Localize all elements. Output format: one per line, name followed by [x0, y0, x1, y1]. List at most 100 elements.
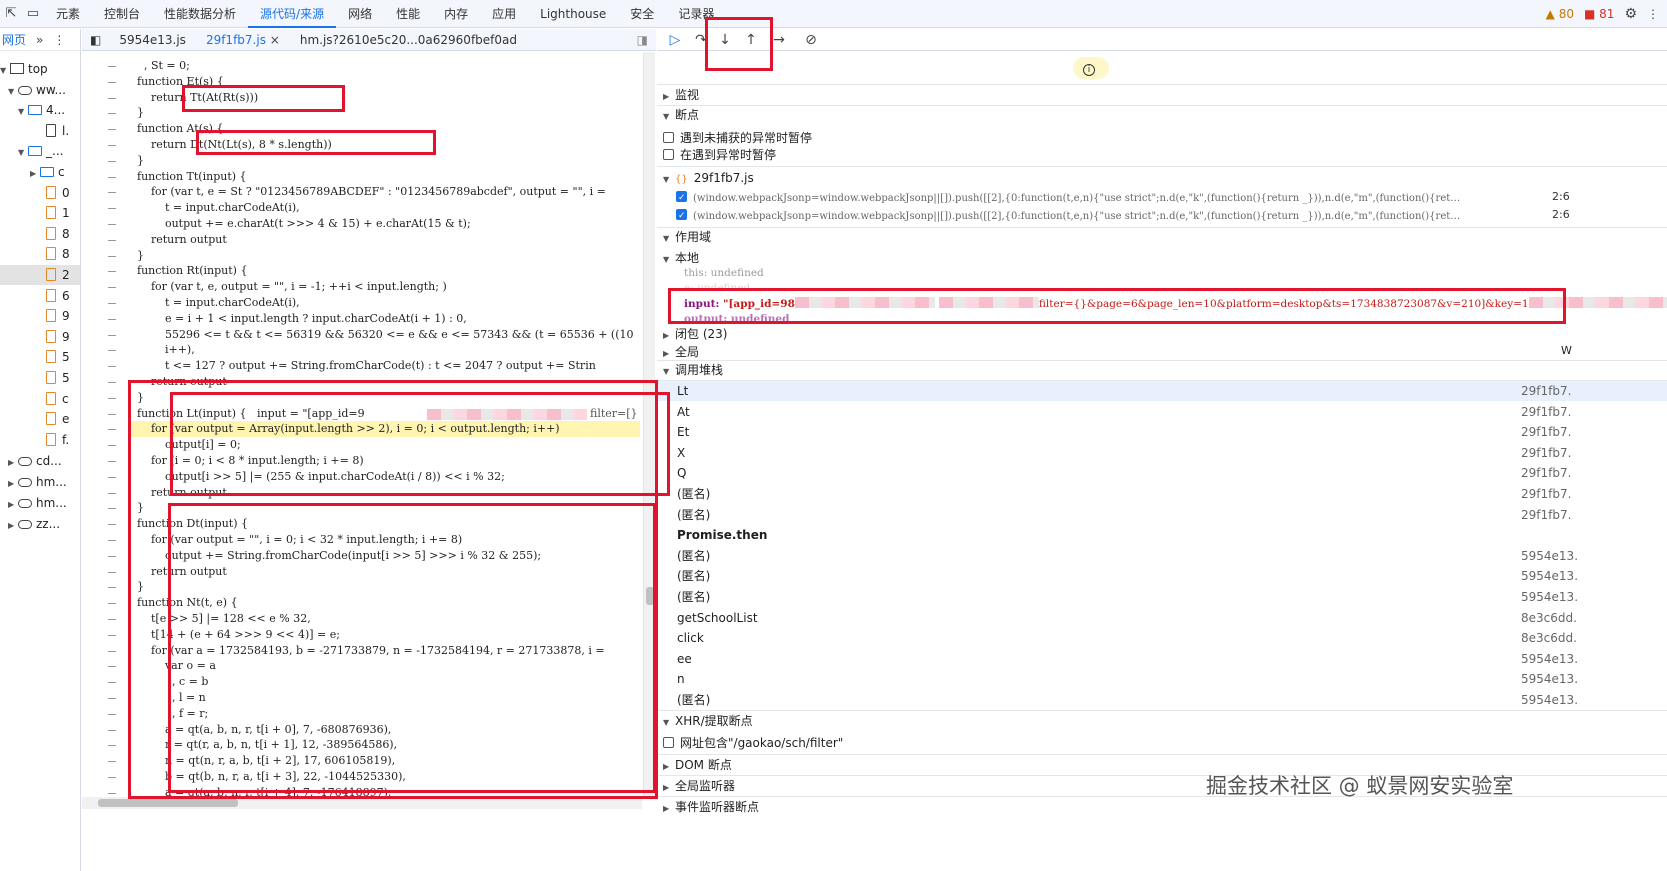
section-global-listeners[interactable]: ▶ 全局监听器 — [663, 776, 735, 796]
call-frame-source[interactable]: 29f1fb7. — [1521, 443, 1571, 463]
tree-node-domain[interactable]: ▶ cd... — [8, 451, 62, 471]
code-line[interactable]: t = input.charCodeAt(i), — [130, 295, 300, 311]
code-line[interactable]: } — [130, 105, 144, 121]
code-line[interactable]: r = qt(r, a, b, n, t[i + 1], 12, -389564… — [130, 737, 397, 753]
tree-node-file[interactable]: 1 — [46, 203, 70, 223]
tab-performance-insights[interactable]: 性能数据分析 — [152, 0, 248, 28]
section-watch[interactable]: ▶ 监视 — [663, 85, 699, 105]
tree-node-folder[interactable]: ▼ 4... — [18, 100, 65, 120]
line-marker[interactable] — [108, 714, 116, 715]
code-line[interactable]: e = i + 1 < input.length ? input.charCod… — [130, 311, 467, 327]
step-over-icon[interactable]: ↷ — [691, 31, 711, 49]
line-marker[interactable] — [108, 698, 116, 699]
tree-node-folder[interactable]: ▼ _... — [18, 141, 63, 161]
tab-memory[interactable]: 内存 — [432, 0, 480, 28]
breakpoint-item[interactable]: (window.webpackJsonp=window.webpackJsonp… — [676, 206, 1546, 224]
xhr-breakpoint-item[interactable]: 网址包含"/gaokao/sch/filter" — [663, 734, 843, 752]
tree-node-file[interactable]: 9 — [46, 306, 70, 326]
code-line[interactable]: return output — [130, 232, 227, 248]
line-marker[interactable] — [108, 429, 116, 430]
code-line[interactable]: function Tt(input) { — [130, 169, 247, 185]
warning-count[interactable]: ▲ 80 — [1546, 7, 1574, 21]
breakpoint-file-group[interactable]: ▼ {} 29f1fb7.js — [663, 168, 754, 188]
code-line[interactable]: return output — [130, 564, 227, 580]
line-marker[interactable] — [108, 477, 116, 478]
step-out-icon[interactable]: ↑ — [741, 31, 761, 49]
call-frame-source[interactable]: 29f1fb7. — [1521, 381, 1571, 401]
line-marker[interactable] — [108, 256, 116, 257]
line-gutter[interactable] — [82, 52, 130, 799]
tree-node-file[interactable]: f. — [46, 430, 69, 450]
line-marker[interactable] — [108, 161, 116, 162]
call-frame[interactable]: (匿名) 29f1fb7. — [657, 484, 1667, 504]
call-frame-source[interactable]: 5954e13. — [1521, 690, 1578, 710]
navigator-menu-icon[interactable]: ⋮ — [53, 33, 65, 47]
call-frame[interactable]: (匿名) 5954e13. — [657, 546, 1667, 566]
code-line[interactable]: for (i = 0; i < 8 * input.length; i += 8… — [130, 453, 364, 469]
code-line[interactable]: return Dt(Nt(Lt(s), 8 * s.length)) — [130, 137, 332, 153]
checkbox-icon[interactable] — [663, 132, 674, 143]
tree-node-file[interactable]: 9 — [46, 327, 70, 347]
section-event-listeners[interactable]: ▶ 事件监听器断点 — [663, 797, 759, 817]
line-marker[interactable] — [108, 335, 116, 336]
section-scope[interactable]: ▼ 作用域 — [663, 227, 711, 247]
call-frame[interactable]: ee 5954e13. — [657, 649, 1667, 669]
page-tab[interactable]: 网页 — [2, 31, 26, 48]
code-line[interactable]: function Lt(input) { input = "[app_id=9 — [130, 406, 365, 422]
tree-node-domain[interactable]: ▶ zz... — [8, 514, 60, 534]
tree-node-file[interactable]: 6 — [46, 286, 70, 306]
tab-security[interactable]: 安全 — [618, 0, 666, 28]
scope-var-this[interactable]: this: undefined — [684, 265, 764, 281]
code-line[interactable]: t = input.charCodeAt(i), — [130, 200, 300, 216]
breakpoint-item[interactable]: (window.webpackJsonp=window.webpackJsonp… — [676, 188, 1546, 206]
section-dom-breakpoints[interactable]: ▶ DOM 断点 — [663, 755, 732, 775]
call-frame[interactable]: Et 29f1fb7. — [657, 422, 1667, 442]
step-icon[interactable]: → — [769, 31, 789, 49]
line-marker[interactable] — [108, 382, 116, 383]
call-frame[interactable]: (匿名) 29f1fb7. — [657, 505, 1667, 525]
code-line[interactable]: } — [130, 248, 144, 264]
line-marker[interactable] — [108, 461, 116, 462]
code-line[interactable]: var o = a — [130, 658, 216, 674]
code-line[interactable]: output += e.charAt(t >>> 4 & 15) + e.cha… — [130, 216, 471, 232]
code-line[interactable]: i++), — [130, 342, 195, 358]
code-line[interactable]: output += String.fromCharCode(input[i >>… — [130, 548, 541, 564]
call-frame-source[interactable]: 8e3c6dd. — [1521, 628, 1577, 648]
line-marker[interactable] — [108, 414, 116, 415]
line-marker[interactable] — [108, 540, 116, 541]
section-xhr-breakpoints[interactable]: ▼ XHR/提取断点 — [663, 711, 753, 731]
tree-node-domain[interactable]: ▼ ww... — [8, 80, 66, 100]
resume-icon[interactable]: ▷ — [665, 31, 685, 49]
section-call-stack[interactable]: ▼ 调用堆栈 — [663, 360, 723, 380]
toggle-debugger-icon[interactable]: ◨ — [637, 33, 648, 47]
call-frame[interactable]: X 29f1fb7. — [657, 443, 1667, 463]
line-marker[interactable] — [108, 287, 116, 288]
tab-console[interactable]: 控制台 — [92, 0, 152, 28]
code-line[interactable]: } — [130, 153, 144, 169]
line-marker[interactable] — [108, 398, 116, 399]
error-count[interactable]: ■ 81 — [1584, 7, 1614, 21]
line-marker[interactable] — [108, 145, 116, 146]
call-frame-source[interactable]: 29f1fb7. — [1521, 422, 1571, 442]
code-line[interactable]: , St = 0; — [130, 58, 190, 74]
line-marker[interactable] — [108, 177, 116, 178]
tree-node-top[interactable]: ▼ top — [0, 59, 48, 79]
pause-uncaught-checkbox[interactable]: 遇到未捕获的异常时暂停 — [663, 129, 812, 147]
tab-recorder[interactable]: 记录器 — [666, 0, 726, 28]
code-line[interactable]: for (var output = Array(input.length >> … — [130, 421, 640, 437]
tree-node-domain[interactable]: ▶ hm... — [8, 472, 67, 492]
line-marker[interactable] — [108, 745, 116, 746]
code-line[interactable]: t[14 + (e + 64 >>> 9 << 4)] = e; — [130, 627, 340, 643]
call-frame-source[interactable]: 29f1fb7. — [1521, 463, 1571, 483]
editor-tab-29f1fb7[interactable]: 29f1fb7.js × — [196, 33, 290, 47]
code-line[interactable]: 55296 <= t && t <= 56319 && 56320 <= e &… — [130, 327, 634, 343]
code-line[interactable]: function Nt(t, e) { — [130, 595, 238, 611]
editor-tab-hm[interactable]: hm.js?2610e5c20...0a62960fbef0ad — [290, 33, 527, 47]
line-marker[interactable] — [108, 508, 116, 509]
call-frame[interactable]: n 5954e13. — [657, 669, 1667, 689]
more-options-icon[interactable]: ⋮ — [1647, 7, 1659, 21]
line-marker[interactable] — [108, 777, 116, 778]
scope-var-e[interactable]: e: undefined — [684, 280, 750, 296]
code-line[interactable]: return output — [130, 374, 227, 390]
line-marker[interactable] — [108, 208, 116, 209]
